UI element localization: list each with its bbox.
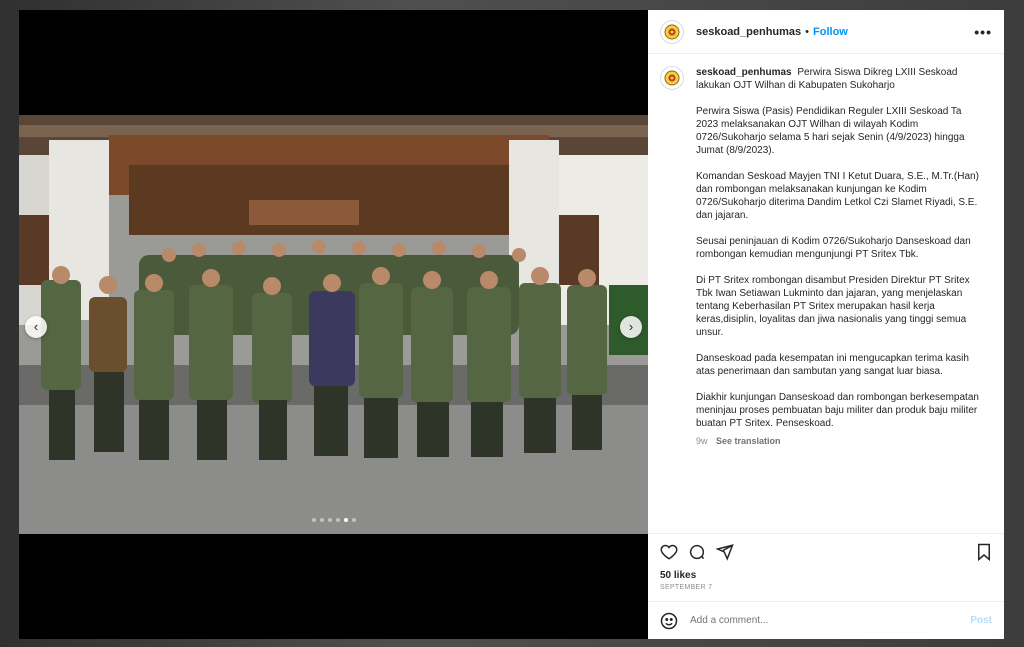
more-horizontal-icon[interactable]: ••• (974, 24, 992, 40)
carousel-indicator (19, 518, 648, 522)
post-modal: ‹ › seskoad_penhumas • Follow ••• seskoa… (19, 10, 1004, 639)
caption-paragraph: Diakhir kunjungan Danseskoad dan rombong… (696, 392, 979, 429)
caption: seskoad_penhumas Perwira Siswa Dikreg LX… (660, 66, 992, 448)
caption-paragraph: Komandan Seskoad Mayjen TNI I Ketut Duar… (696, 171, 979, 221)
separator-dot: • (805, 25, 810, 38)
comment-icon[interactable] (688, 543, 706, 561)
caption-paragraph: Di PT Sritex rombongan disambut Presiden… (696, 275, 970, 338)
post-age: 9w (696, 436, 708, 446)
caption-meta: 9w See translation (696, 435, 981, 448)
send-icon[interactable] (716, 543, 734, 561)
post-date: SEPTEMBER 7 (660, 584, 713, 591)
follow-button[interactable]: Follow (813, 26, 848, 38)
comment-input[interactable] (688, 614, 971, 627)
bookmark-icon[interactable] (976, 543, 992, 561)
seskoad-emblem-icon (664, 70, 680, 86)
post-photo (19, 115, 648, 534)
post-details-panel: seskoad_penhumas • Follow ••• seskoad_pe… (648, 10, 1004, 639)
carousel-dot (327, 518, 332, 522)
post-header: seskoad_penhumas • Follow ••• (648, 10, 1004, 54)
caption-paragraph: Seusai peninjauan di Kodim 0726/Sukoharj… (696, 236, 971, 260)
caption-avatar[interactable] (660, 66, 684, 90)
caption-username[interactable]: seskoad_penhumas (696, 67, 792, 78)
header-username[interactable]: seskoad_penhumas (696, 26, 801, 38)
carousel-dot (311, 518, 316, 522)
carousel-dot (335, 518, 340, 522)
see-translation-link[interactable]: See translation (716, 436, 781, 446)
comments-section: seskoad_penhumas Perwira Siswa Dikreg LX… (648, 54, 1004, 533)
emoji-icon[interactable] (660, 612, 678, 630)
caption-paragraph: Danseskoad pada kesempatan ini mengucapk… (696, 353, 969, 377)
carousel-dot (319, 518, 324, 522)
caption-paragraph: Perwira Siswa (Pasis) Pendidikan Reguler… (696, 106, 965, 156)
comment-box: Post (648, 601, 1004, 639)
carousel-dot (351, 518, 356, 522)
likes-count[interactable]: 50 likes (648, 570, 1004, 581)
caption-text: seskoad_penhumas Perwira Siswa Dikreg LX… (696, 66, 981, 448)
chevron-left-icon[interactable]: ‹ (25, 316, 47, 338)
action-bar (648, 533, 1004, 570)
avatar[interactable] (660, 19, 684, 44)
chevron-right-icon[interactable]: › (620, 316, 642, 338)
carousel-dot-active (343, 518, 348, 522)
seskoad-emblem-icon (664, 24, 680, 39)
group-photo-image (19, 115, 648, 534)
post-comment-button[interactable]: Post (970, 615, 992, 626)
media-viewer: ‹ › (19, 10, 648, 639)
heart-icon[interactable] (660, 543, 678, 561)
